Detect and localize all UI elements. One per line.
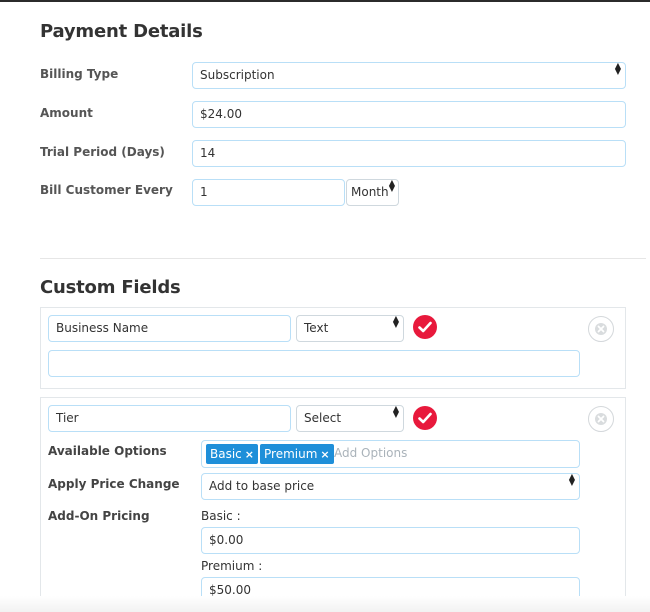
bill-every-input[interactable]: 1 <box>192 179 345 206</box>
trial-period-label: Trial Period (Days) <box>40 145 165 159</box>
add-options-placeholder: Add Options <box>334 446 408 460</box>
option-tag-premium: Premium × <box>260 444 334 464</box>
option-tag-label: Premium <box>264 447 318 461</box>
top-border <box>0 0 650 2</box>
apply-price-change-value: Add to base price <box>209 479 315 493</box>
billing-type-value: Subscription <box>200 68 275 82</box>
field1-name-input[interactable]: Business Name <box>48 315 291 342</box>
option-tag-basic: Basic × <box>206 444 258 464</box>
bill-every-label: Bill Customer Every <box>40 183 173 197</box>
premium-price-label: Premium : <box>201 559 263 573</box>
amount-label: Amount <box>40 106 93 120</box>
field2-name-input[interactable]: Tier <box>48 405 291 432</box>
bill-every-unit-select[interactable]: Month ▲ ▼ <box>346 179 399 206</box>
billing-type-label: Billing Type <box>40 67 119 81</box>
available-options-input[interactable]: Basic × Premium × Add Options <box>201 440 580 468</box>
field2-type-select[interactable]: Select ▲ ▼ <box>296 405 404 432</box>
option-tag-label: Basic <box>210 447 242 461</box>
apply-price-change-label: Apply Price Change <box>48 477 180 491</box>
updown-caret-icon: ▲ ▼ <box>392 405 399 419</box>
close-icon[interactable] <box>588 406 614 432</box>
basic-price-label: Basic : <box>201 509 241 523</box>
bill-every-unit-value: Month <box>351 185 389 199</box>
addon-pricing-label: Add-On Pricing <box>48 509 150 523</box>
apply-price-change-select[interactable]: Add to base price ▲ ▼ <box>201 473 580 500</box>
updown-caret-icon: ▲ ▼ <box>388 179 395 193</box>
amount-input[interactable]: $24.00 <box>192 101 626 128</box>
tag-remove-icon[interactable]: × <box>245 448 254 461</box>
field1-type-select[interactable]: Text ▲ ▼ <box>296 315 404 342</box>
field2-type-value: Select <box>304 411 342 425</box>
check-icon[interactable] <box>413 406 437 430</box>
section-divider <box>40 258 646 259</box>
updown-caret-icon: ▲ ▼ <box>568 473 575 487</box>
basic-price-input[interactable]: $0.00 <box>201 527 580 554</box>
payment-details-title: Payment Details <box>40 21 203 42</box>
available-options-label: Available Options <box>48 444 167 458</box>
field1-default-value-input[interactable] <box>48 350 580 377</box>
updown-caret-icon: ▲ ▼ <box>614 62 621 76</box>
updown-caret-icon: ▲ ▼ <box>392 315 399 329</box>
bottom-edge <box>0 596 650 612</box>
trial-period-input[interactable]: 14 <box>192 140 626 167</box>
field1-type-value: Text <box>304 321 329 335</box>
check-icon[interactable] <box>413 315 437 339</box>
tag-remove-icon[interactable]: × <box>320 448 329 461</box>
close-icon[interactable] <box>588 316 614 342</box>
billing-type-select[interactable]: Subscription ▲ ▼ <box>192 62 626 89</box>
custom-fields-title: Custom Fields <box>40 277 181 298</box>
